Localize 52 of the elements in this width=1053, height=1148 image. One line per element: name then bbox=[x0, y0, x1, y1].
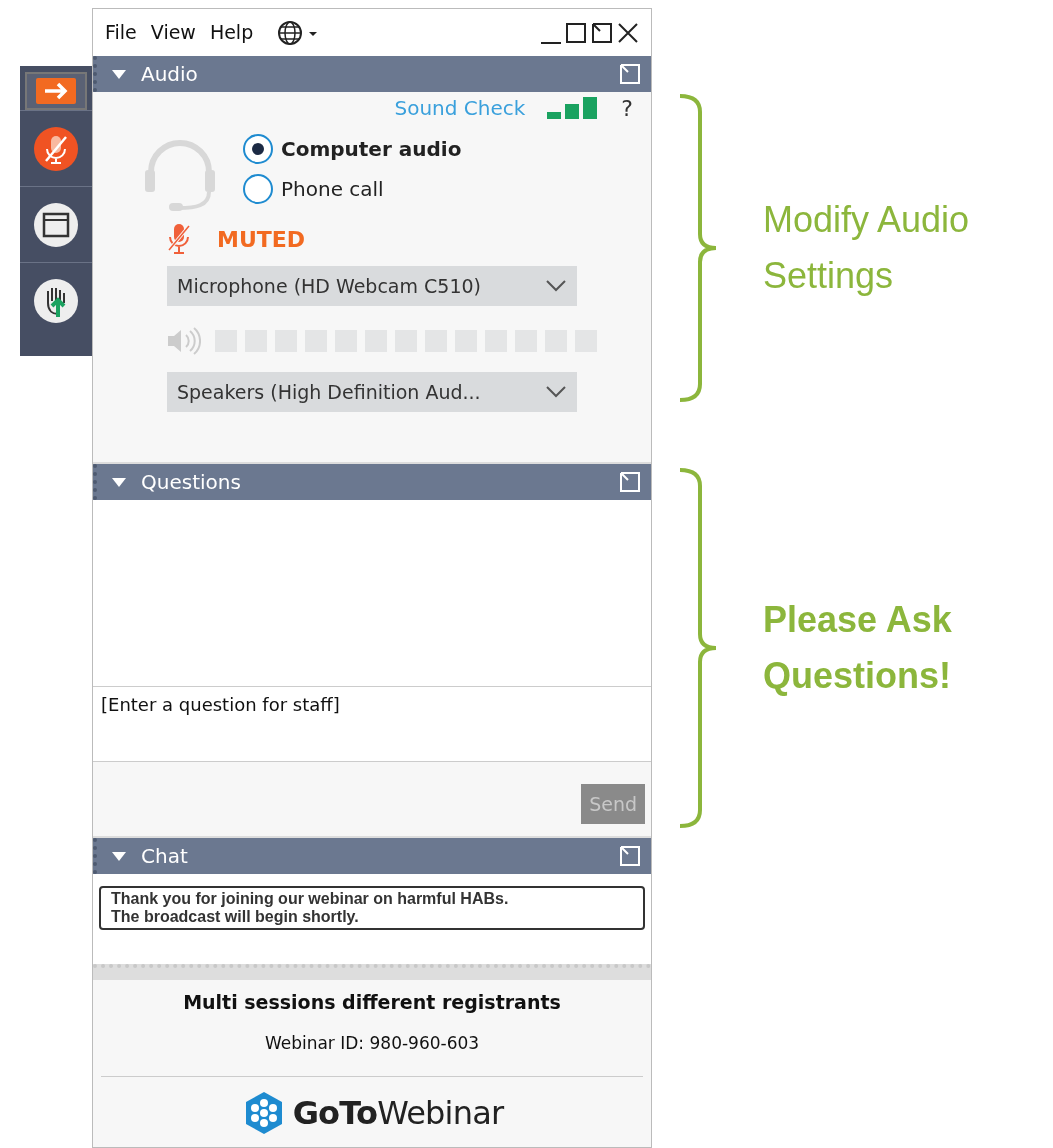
dropdown[interactable]: Microphone (HD Webcam C510) bbox=[167, 266, 577, 306]
pop-out-button[interactable] bbox=[591, 20, 613, 45]
logo-text: GoToWebinar bbox=[292, 1093, 504, 1134]
mute-status: MUTED bbox=[217, 225, 306, 254]
help-button[interactable]: ? bbox=[621, 91, 633, 125]
webinar-id: Webinar ID: 980-960-603 bbox=[264, 1031, 480, 1055]
chevron-down-icon bbox=[545, 385, 567, 399]
radio-option[interactable]: Computer audio bbox=[243, 134, 462, 164]
radio-button[interactable] bbox=[243, 134, 273, 164]
chevron-down-icon bbox=[545, 279, 567, 293]
signal-bars-icon bbox=[547, 97, 600, 119]
arrow-button[interactable] bbox=[25, 72, 87, 110]
splitter-handle[interactable] bbox=[93, 964, 651, 980]
muted-microphone-icon bbox=[32, 124, 80, 173]
collapse-icon bbox=[111, 68, 127, 80]
panel-title: Chat bbox=[141, 843, 188, 870]
session-title: Multi sessions different registrants bbox=[183, 990, 561, 1015]
pop-out-icon bbox=[619, 845, 641, 867]
minimize-icon bbox=[541, 41, 561, 44]
muted-microphone-button[interactable] bbox=[32, 124, 80, 173]
pop-out-icon bbox=[619, 471, 641, 493]
collapse-icon bbox=[111, 850, 127, 862]
maximize-icon bbox=[565, 20, 587, 45]
annotation-text: Please Ask Questions! bbox=[763, 598, 953, 698]
raise-hand-icon bbox=[32, 276, 80, 325]
radio-button[interactable] bbox=[243, 174, 273, 204]
speaker-icon bbox=[167, 326, 201, 356]
raise-hand-button[interactable] bbox=[32, 276, 80, 325]
menu-item[interactable]: View bbox=[150, 18, 196, 47]
panel-header[interactable]: Questions bbox=[93, 464, 651, 500]
menu-item[interactable]: File bbox=[105, 18, 137, 47]
menu-item[interactable]: Help bbox=[209, 18, 254, 47]
window-icon bbox=[32, 200, 80, 249]
window-button[interactable] bbox=[32, 200, 80, 249]
close-icon bbox=[617, 20, 639, 45]
panel-title: Questions bbox=[141, 469, 241, 496]
maximize-button[interactable] bbox=[565, 20, 587, 45]
chat-message: Thank you for joining our webinar on harmful HABs. The broadcast will begin shortly. bbox=[99, 886, 645, 930]
pop-out-icon bbox=[591, 20, 613, 45]
pop-out-icon bbox=[619, 63, 641, 85]
close-button[interactable] bbox=[617, 20, 639, 45]
panel-title: Audio bbox=[141, 61, 198, 88]
globe-icon bbox=[277, 19, 320, 46]
collapse-icon bbox=[111, 476, 127, 488]
panel-header[interactable]: Chat bbox=[93, 838, 651, 874]
radio-option[interactable]: Phone call bbox=[243, 174, 462, 204]
question-input-field[interactable]: [Enter a question for staff] bbox=[93, 687, 651, 762]
annotation-text: Modify Audio Settings bbox=[763, 198, 971, 298]
language-button[interactable] bbox=[277, 19, 320, 46]
muted-microphone-icon bbox=[167, 222, 191, 256]
panel-header[interactable]: Audio bbox=[93, 56, 651, 92]
dropdown[interactable]: Speakers (High Definition Aud... bbox=[167, 372, 577, 412]
